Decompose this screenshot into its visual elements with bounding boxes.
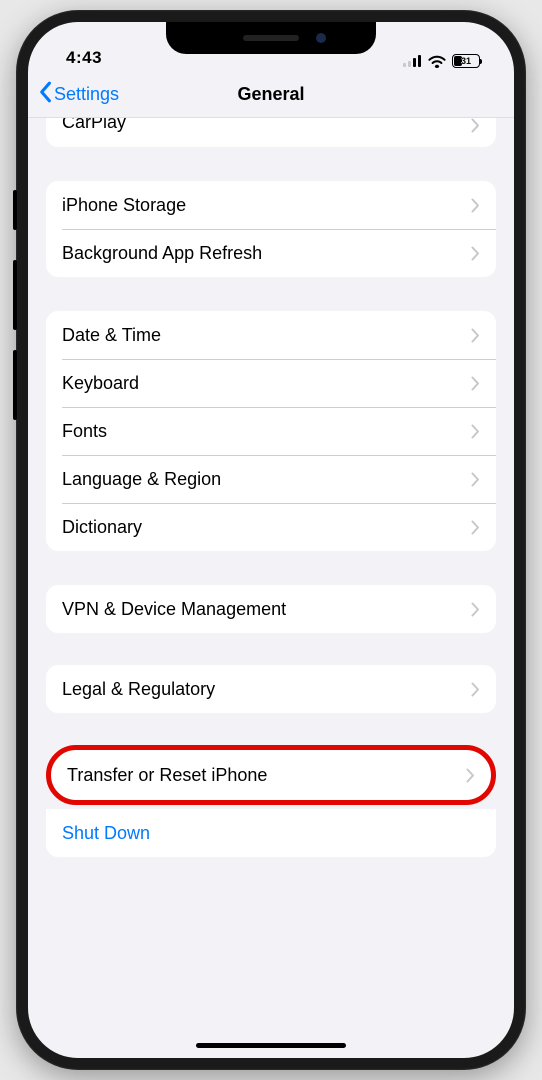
row-keyboard[interactable]: Keyboard <box>46 359 496 407</box>
chevron-right-icon <box>466 768 475 783</box>
row-transfer-reset-iphone[interactable]: Transfer or Reset iPhone <box>51 750 491 800</box>
row-label: Keyboard <box>62 373 139 394</box>
row-date-time[interactable]: Date & Time <box>46 311 496 359</box>
back-button[interactable]: Settings <box>38 81 119 108</box>
row-vpn-device-management[interactable]: VPN & Device Management <box>46 585 496 633</box>
row-label: CarPlay <box>62 118 126 133</box>
speaker-grille <box>243 35 299 41</box>
notch <box>166 22 376 54</box>
chevron-left-icon <box>38 81 52 108</box>
status-indicators: 31 <box>403 54 484 68</box>
chevron-right-icon <box>471 198 480 213</box>
chevron-right-icon <box>471 682 480 697</box>
section-storage: iPhone Storage Background App Refresh <box>46 181 496 277</box>
row-language-region[interactable]: Language & Region <box>46 455 496 503</box>
section-vpn: VPN & Device Management <box>46 585 496 633</box>
row-label: Date & Time <box>62 325 161 346</box>
row-label: Language & Region <box>62 469 221 490</box>
cellular-signal-icon <box>403 55 422 67</box>
phone-frame: 4:43 31 Settings <box>16 10 526 1070</box>
row-label: VPN & Device Management <box>62 599 286 620</box>
front-camera <box>316 33 326 43</box>
chevron-right-icon <box>471 376 480 391</box>
chevron-right-icon <box>471 602 480 617</box>
section-shutdown: Shut Down <box>46 809 496 857</box>
row-label: Background App Refresh <box>62 243 262 264</box>
row-label: Shut Down <box>62 823 150 844</box>
battery-percent: 31 <box>461 56 471 66</box>
chevron-right-icon <box>471 328 480 343</box>
status-time: 4:43 <box>58 48 102 68</box>
row-label: Fonts <box>62 421 107 442</box>
wifi-icon <box>428 55 446 68</box>
chevron-right-icon <box>471 520 480 535</box>
row-background-app-refresh[interactable]: Background App Refresh <box>46 229 496 277</box>
screen: 4:43 31 Settings <box>28 22 514 1058</box>
row-legal-regulatory[interactable]: Legal & Regulatory <box>46 665 496 713</box>
page-title: General <box>237 84 304 105</box>
nav-bar: Settings General <box>28 72 514 118</box>
spacer <box>46 857 496 917</box>
home-indicator[interactable] <box>196 1043 346 1048</box>
chevron-right-icon <box>471 246 480 261</box>
row-shut-down[interactable]: Shut Down <box>46 809 496 857</box>
row-dictionary[interactable]: Dictionary <box>46 503 496 551</box>
settings-list[interactable]: CarPlay iPhone Storage Background App Re… <box>28 118 514 1058</box>
chevron-right-icon <box>471 424 480 439</box>
row-fonts[interactable]: Fonts <box>46 407 496 455</box>
chevron-right-icon <box>471 472 480 487</box>
battery-icon: 31 <box>452 54 480 68</box>
section-locale: Date & Time Keyboard Fonts Language & Re… <box>46 311 496 551</box>
back-label: Settings <box>54 84 119 105</box>
row-label: iPhone Storage <box>62 195 186 216</box>
row-carplay[interactable]: CarPlay <box>46 118 496 147</box>
section-legal: Legal & Regulatory <box>46 665 496 713</box>
row-label: Dictionary <box>62 517 142 538</box>
chevron-right-icon <box>471 118 480 133</box>
row-iphone-storage[interactable]: iPhone Storage <box>46 181 496 229</box>
highlight-ring: Transfer or Reset iPhone <box>46 745 496 805</box>
row-label: Legal & Regulatory <box>62 679 215 700</box>
section-peek: CarPlay <box>46 118 496 147</box>
row-label: Transfer or Reset iPhone <box>67 765 267 786</box>
